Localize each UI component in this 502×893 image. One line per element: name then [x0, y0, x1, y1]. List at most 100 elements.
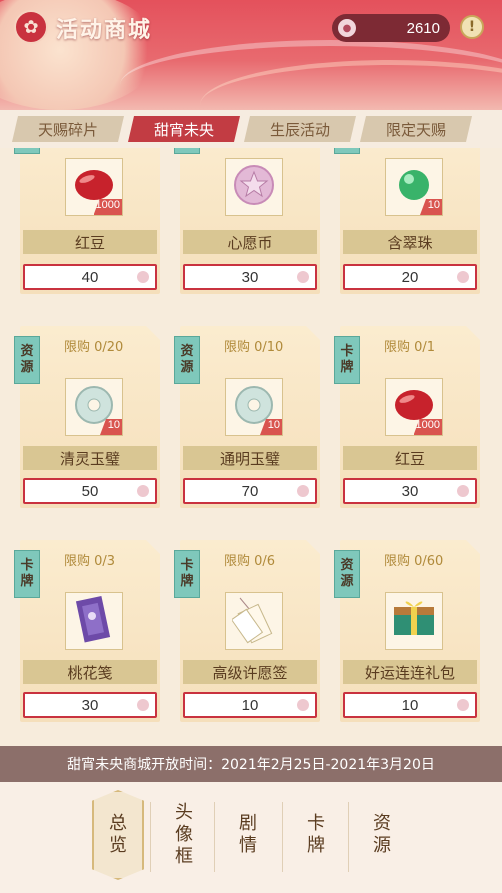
category-tag-char: 资: [20, 344, 34, 359]
category-tag-char: 牌: [180, 574, 194, 589]
category-tag: 资源: [334, 550, 360, 598]
bottom-nav-item[interactable]: 剧情: [222, 790, 274, 880]
shop-item-card[interactable]: 1000 红豆 40: [14, 148, 160, 294]
shop-item-card[interactable]: 卡牌 限购 0/1 1000 红豆 30: [334, 326, 480, 508]
coin-icon: [457, 699, 469, 711]
category-tag-char: 资: [180, 344, 194, 359]
coin-icon: [297, 271, 309, 283]
shop-item-card[interactable]: 资源 限购 0/60 好运连连礼包 10: [334, 540, 480, 722]
coin-icon: [137, 271, 149, 283]
coin-icon: [297, 485, 309, 497]
item-thumbnail: 10: [65, 378, 123, 436]
item-thumbnail: [385, 592, 443, 650]
item-thumbnail: 10: [225, 378, 283, 436]
bottom-nav-label-char: 情: [239, 835, 257, 856]
purchase-limit: 限购 0/1: [384, 340, 436, 355]
card-corner-decoration: [306, 540, 320, 554]
card-corner-decoration: [306, 326, 320, 340]
item-name: 桃花笺: [23, 660, 157, 684]
coin-icon: [137, 699, 149, 711]
bottom-nav-item[interactable]: 卡牌: [290, 790, 342, 880]
coin-icon: [137, 485, 149, 497]
category-tag: 资源: [14, 336, 40, 384]
nav-divider: [150, 802, 151, 872]
category-tag-char: 源: [340, 574, 354, 589]
tab-tianxiao-weiyang[interactable]: 甜宵未央: [128, 116, 240, 142]
back-logo-button[interactable]: ✿: [14, 10, 48, 44]
price-value: 10: [401, 696, 419, 714]
category-tag: [14, 148, 40, 154]
purchase-limit: 限购 0/10: [224, 340, 284, 355]
item-thumbnail: [225, 158, 283, 216]
category-tag: 资源: [174, 336, 200, 384]
bottom-nav-label-char: 牌: [307, 835, 325, 856]
card-corner-decoration: [466, 540, 480, 554]
item-name: 红豆: [23, 230, 157, 254]
bottom-nav-label-char: 头: [175, 802, 193, 823]
item-thumbnail: [225, 592, 283, 650]
tab-limited-tianci[interactable]: 限定天赐: [360, 116, 472, 142]
currency-amount: 2610: [406, 19, 440, 37]
buy-price-button[interactable]: 10: [183, 692, 317, 718]
bottom-nav-label-char: 框: [175, 846, 193, 867]
bottom-nav-label-char: 卡: [307, 813, 325, 834]
item-name: 心愿币: [183, 230, 317, 254]
coin-icon: [297, 699, 309, 711]
bottom-nav-item[interactable]: 头像框: [158, 790, 210, 880]
buy-price-button[interactable]: 30: [343, 478, 477, 504]
shop-item-card[interactable]: 资源 限购 0/20 10 清灵玉璧 50: [14, 326, 160, 508]
tab-tianci-fragments[interactable]: 天赐碎片: [12, 116, 124, 142]
nav-divider: [214, 802, 215, 872]
bottom-nav-label-char: 剧: [239, 813, 257, 834]
bottom-nav-item[interactable]: 总览: [92, 790, 144, 880]
shop-item-card[interactable]: 卡牌 限购 0/3 桃花笺 30: [14, 540, 160, 722]
card-corner-decoration: [146, 326, 160, 340]
item-thumbnail: [65, 592, 123, 650]
shop-item-card[interactable]: 心愿币 30: [174, 148, 320, 294]
card-corner-decoration: [146, 540, 160, 554]
purchase-limit: 限购 0/6: [224, 554, 276, 569]
item-thumbnail: 10: [385, 158, 443, 216]
category-tag: [334, 148, 360, 154]
header: ✿ 活动商城 ● 2610 !: [0, 0, 502, 110]
buy-price-button[interactable]: 40: [23, 264, 157, 290]
nav-divider: [282, 802, 283, 872]
tab-birthday-event[interactable]: 生辰活动: [244, 116, 356, 142]
wish-tag-icon: [230, 594, 276, 648]
shop-item-card[interactable]: 资源 限购 0/10 10 通明玉璧 70: [174, 326, 320, 508]
bottom-nav-item[interactable]: 资源: [356, 790, 408, 880]
category-tag-char: 卡: [20, 558, 34, 573]
card-corner-decoration: [466, 326, 480, 340]
buy-price-button[interactable]: 70: [183, 478, 317, 504]
gift-box-icon: [390, 597, 438, 645]
item-grid: 1000 红豆 40 心愿币 30 10 含翠珠 20 资源限购 0/20 10 清灵玉璧 50 资源限…: [0, 148, 502, 746]
info-button[interactable]: !: [460, 15, 484, 39]
bottom-nav-label-char: 总: [109, 813, 127, 834]
category-tabs: 天赐碎片 甜宵未央 生辰活动 限定天赐: [0, 110, 502, 148]
item-name: 好运连连礼包: [343, 660, 477, 684]
bottom-nav-label-char: 像: [175, 824, 193, 845]
buy-price-button[interactable]: 50: [23, 478, 157, 504]
buy-price-button[interactable]: 20: [343, 264, 477, 290]
purchase-limit: 限购 0/60: [384, 554, 444, 569]
buy-price-button[interactable]: 30: [183, 264, 317, 290]
category-tag-char: 牌: [340, 360, 354, 375]
buy-price-button[interactable]: 10: [343, 692, 477, 718]
price-value: 50: [81, 482, 99, 500]
page-title: 活动商城: [56, 17, 153, 43]
nav-divider: [348, 802, 349, 872]
bottom-nav-label-char: 资: [373, 813, 391, 834]
purchase-limit: 限购 0/20: [64, 340, 124, 355]
category-tag-char: 源: [20, 360, 34, 375]
item-name: 含翠珠: [343, 230, 477, 254]
price-value: 10: [241, 696, 259, 714]
buy-price-button[interactable]: 30: [23, 692, 157, 718]
item-name: 通明玉璧: [183, 446, 317, 470]
shop-item-card[interactable]: 10 含翠珠 20: [334, 148, 480, 294]
shop-item-card[interactable]: 卡牌 限购 0/6 高级许愿签 10: [174, 540, 320, 722]
item-thumbnail: 1000: [385, 378, 443, 436]
price-value: 40: [81, 268, 99, 286]
bottom-nav-label-char: 览: [109, 835, 127, 856]
category-tag: 卡牌: [14, 550, 40, 598]
price-value: 30: [401, 482, 419, 500]
